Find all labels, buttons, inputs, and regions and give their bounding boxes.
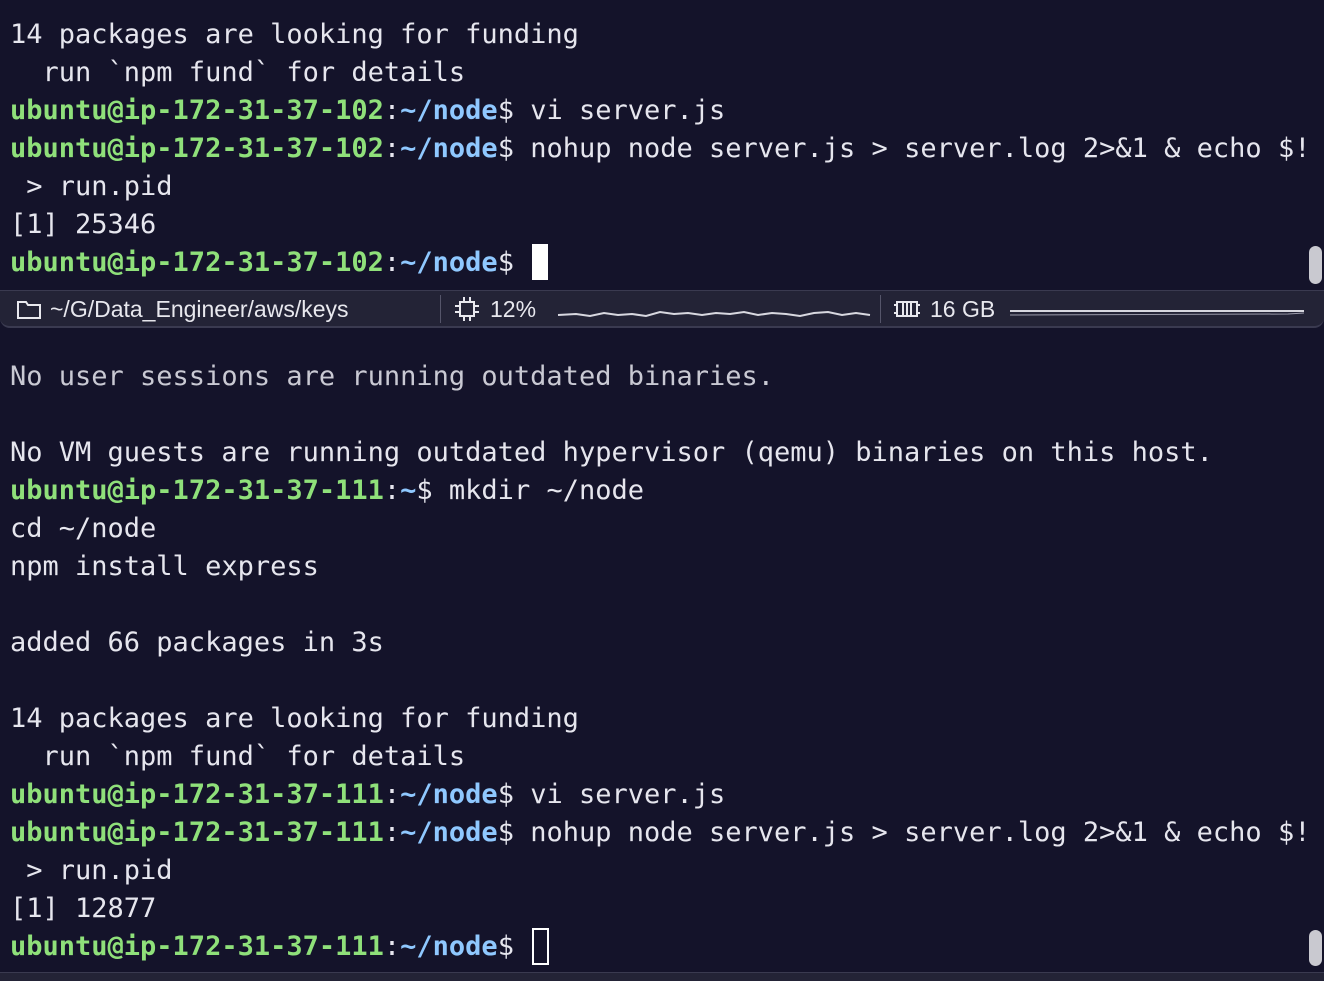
prompt-path: ~/node bbox=[400, 247, 498, 278]
terminal-line: cd ~/node bbox=[10, 510, 1294, 548]
terminal-text: > run.pid bbox=[10, 855, 173, 886]
prompt-user-host: ubuntu@ip-172-31-37-111 bbox=[10, 475, 384, 506]
terminal-output[interactable]: 14 packages are looking for funding run … bbox=[10, 16, 1310, 282]
scrollbar-thumb[interactable] bbox=[1309, 246, 1322, 284]
cpu-chip-icon bbox=[454, 296, 480, 322]
terminal-line: ubuntu@ip-172-31-37-111:~$ mkdir ~/node bbox=[10, 472, 1294, 510]
terminal-cursor bbox=[532, 244, 549, 280]
terminal-line: ubuntu@ip-172-31-37-102:~/node$ nohup no… bbox=[10, 130, 1310, 168]
terminal-text: No VM guests are running outdated hyperv… bbox=[10, 437, 1213, 468]
prompt-path: ~ bbox=[400, 475, 417, 506]
cpu-segment: 12% bbox=[454, 291, 536, 327]
terminal-line: ubuntu@ip-172-31-37-102:~/node$ bbox=[10, 244, 1294, 282]
prompt-path: ~/node bbox=[400, 133, 498, 164]
terminal-line: added 66 packages in 3s bbox=[10, 624, 1294, 662]
terminal-line: 14 packages are looking for funding bbox=[10, 16, 1294, 54]
terminal-text: $ bbox=[497, 931, 531, 962]
cpu-usage: 12% bbox=[490, 295, 537, 322]
prompt-user-host: ubuntu@ip-172-31-37-111 bbox=[10, 817, 384, 848]
prompt-user-host: ubuntu@ip-172-31-37-102 bbox=[10, 95, 384, 126]
memory-segment: 16 GB bbox=[894, 291, 995, 327]
terminal-text: > run.pid bbox=[10, 171, 173, 202]
terminal-text: $ mkdir ~/node bbox=[416, 475, 644, 506]
terminal-text: 14 packages are looking for funding bbox=[10, 19, 579, 50]
terminal-text: : bbox=[383, 931, 401, 962]
terminal-text: $ nohup node server.js > server.log 2>&1… bbox=[497, 817, 1311, 848]
terminal-line: run `npm fund` for details bbox=[10, 54, 1294, 92]
terminal-output[interactable]: No user sessions are running outdated bi… bbox=[10, 358, 1310, 966]
folder-icon bbox=[16, 298, 42, 320]
terminal-line: ubuntu@ip-172-31-37-111:~/node$ vi serve… bbox=[10, 776, 1294, 814]
scrollbar-thumb[interactable] bbox=[1309, 930, 1322, 966]
current-path: ~/G/Data_Engineer/aws/keys bbox=[50, 295, 349, 322]
terminal-text: [1] 25346 bbox=[10, 209, 157, 240]
prompt-path: ~/node bbox=[400, 931, 498, 962]
memory-usage: 16 GB bbox=[930, 295, 996, 322]
terminal-line: ubuntu@ip-172-31-37-111:~/node$ bbox=[10, 928, 1294, 966]
prompt-user-host: ubuntu@ip-172-31-37-111 bbox=[10, 931, 384, 962]
terminal-text: npm install express bbox=[10, 551, 319, 582]
terminal-line: ubuntu@ip-172-31-37-111:~/node$ nohup no… bbox=[10, 814, 1310, 852]
terminal-line: npm install express bbox=[10, 548, 1294, 586]
terminal-text: : bbox=[383, 779, 401, 810]
terminal-line: > run.pid bbox=[10, 168, 1294, 206]
memory-icon bbox=[894, 298, 920, 320]
terminal-text: : bbox=[383, 95, 401, 126]
terminal-text: 14 packages are looking for funding bbox=[10, 703, 579, 734]
terminal-text: [1] 12877 bbox=[10, 893, 157, 924]
terminal-line: 14 packages are looking for funding bbox=[10, 700, 1294, 738]
terminal-text: No user sessions are running outdated bi… bbox=[10, 361, 775, 392]
terminal-text: added 66 packages in 3s bbox=[10, 627, 384, 658]
status-bar: ~/G/Data_Engineer/aws/keys 12% 16 GB bbox=[0, 290, 1324, 328]
prompt-user-host: ubuntu@ip-172-31-37-102 bbox=[10, 247, 384, 278]
terminal-line: > run.pid bbox=[10, 852, 1294, 890]
terminal-pane-top[interactable]: 14 packages are looking for funding run … bbox=[0, 0, 1324, 290]
terminal-text: $ vi server.js bbox=[497, 779, 726, 810]
terminal-text: run `npm fund` for details bbox=[10, 57, 466, 88]
terminal-line: No user sessions are running outdated bi… bbox=[10, 358, 1294, 396]
terminal-pane-bottom[interactable]: No user sessions are running outdated bi… bbox=[0, 330, 1324, 972]
terminal-text: : bbox=[383, 817, 401, 848]
prompt-path: ~/node bbox=[400, 779, 498, 810]
terminal-text: : bbox=[383, 247, 401, 278]
terminal-line: No VM guests are running outdated hyperv… bbox=[10, 434, 1294, 472]
terminal-cursor bbox=[532, 928, 550, 965]
prompt-path: ~/node bbox=[400, 817, 498, 848]
path-segment[interactable]: ~/G/Data_Engineer/aws/keys bbox=[16, 291, 349, 327]
terminal-line: [1] 25346 bbox=[10, 206, 1294, 244]
prompt-user-host: ubuntu@ip-172-31-37-102 bbox=[10, 133, 384, 164]
terminal-line: [1] 12877 bbox=[10, 890, 1294, 928]
status-separator bbox=[440, 295, 441, 323]
terminal-line: ubuntu@ip-172-31-37-102:~/node$ vi serve… bbox=[10, 92, 1294, 130]
terminal-text: : bbox=[383, 133, 401, 164]
prompt-path: ~/node bbox=[400, 95, 498, 126]
terminal-text: $ vi server.js bbox=[497, 95, 726, 126]
terminal-text: run `npm fund` for details bbox=[10, 741, 466, 772]
terminal-text: $ bbox=[497, 247, 531, 278]
terminal-text: cd ~/node bbox=[10, 513, 157, 544]
terminal-text: $ nohup node server.js > server.log 2>&1… bbox=[497, 133, 1311, 164]
terminal-text: : bbox=[383, 475, 401, 506]
terminal-line: run `npm fund` for details bbox=[10, 738, 1294, 776]
prompt-user-host: ubuntu@ip-172-31-37-111 bbox=[10, 779, 384, 810]
status-separator bbox=[880, 295, 881, 323]
